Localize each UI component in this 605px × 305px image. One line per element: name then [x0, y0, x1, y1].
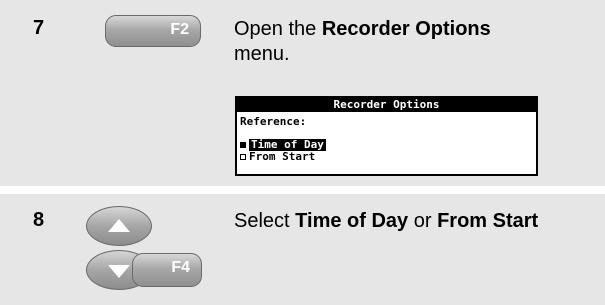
desc-text: Open the: [234, 18, 322, 40]
step-7-row: 7 F2 Open the Recorder Options menu. Rec…: [0, 0, 605, 186]
reference-label: Reference:: [240, 115, 307, 128]
option-from-start[interactable]: From Start: [240, 151, 315, 163]
desc-option-1: Time of Day: [295, 210, 409, 232]
option-label: From Start: [249, 150, 316, 163]
up-arrow-button[interactable]: [86, 206, 152, 246]
desc-text: menu.: [234, 43, 290, 65]
desc-text: Select: [234, 210, 296, 232]
f2-key-button[interactable]: F2: [105, 15, 201, 47]
step-7-description: Open the Recorder Options menu.: [234, 17, 491, 67]
arrow-up-icon: [108, 219, 130, 232]
arrow-down-icon: [108, 265, 130, 278]
step-number: 8: [33, 209, 45, 231]
radio-empty-icon: [240, 154, 246, 160]
desc-menu-name: Recorder Options: [321, 18, 491, 40]
desc-text: or: [408, 210, 438, 232]
recorder-options-screen: Recorder Options Reference: Time of Day …: [235, 96, 538, 176]
step-8-row: 8 F4 Select Time of Day or From Start: [0, 194, 605, 305]
step-8-description: Select Time of Day or From Start: [234, 209, 538, 234]
step-number: 7: [33, 17, 45, 39]
screen-title: Recorder Options: [237, 98, 536, 112]
desc-option-2: From Start: [437, 210, 539, 232]
f4-key-button[interactable]: F4: [132, 253, 202, 287]
f2-key-label: F2: [170, 21, 189, 38]
radio-selected-icon: [240, 142, 246, 148]
f4-key-label: F4: [171, 259, 190, 276]
